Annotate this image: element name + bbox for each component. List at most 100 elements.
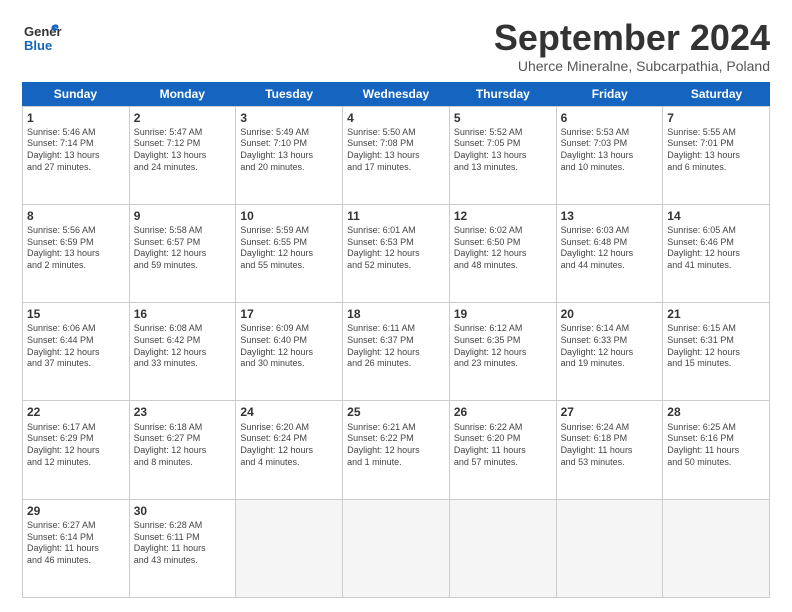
calendar-week-5: 29Sunrise: 6:27 AMSunset: 6:14 PMDayligh…	[23, 500, 770, 598]
day-cell-14: 14Sunrise: 6:05 AMSunset: 6:46 PMDayligh…	[663, 205, 770, 302]
day-cell-6: 6Sunrise: 5:53 AMSunset: 7:03 PMDaylight…	[557, 107, 664, 204]
day-number: 10	[240, 208, 338, 224]
day-info: Sunrise: 6:22 AMSunset: 6:20 PMDaylight:…	[454, 422, 552, 469]
day-number: 6	[561, 110, 659, 126]
day-header-sunday: Sunday	[22, 82, 129, 106]
empty-cell	[343, 500, 450, 597]
day-number: 1	[27, 110, 125, 126]
day-number: 4	[347, 110, 445, 126]
day-info: Sunrise: 5:59 AMSunset: 6:55 PMDaylight:…	[240, 225, 338, 272]
day-cell-22: 22 Sunrise: 6:17 AMSunset: 6:29 PMDayligh…	[23, 401, 130, 498]
month-title: September 2024	[494, 18, 770, 58]
day-cell-20: 20Sunrise: 6:14 AMSunset: 6:33 PMDayligh…	[557, 303, 664, 400]
location-subtitle: Uherce Mineralne, Subcarpathia, Poland	[494, 58, 770, 74]
day-info: Sunrise: 6:25 AMSunset: 6:16 PMDaylight:…	[667, 422, 765, 469]
day-number: 21	[667, 306, 765, 322]
day-cell-15: 15Sunrise: 6:06 AMSunset: 6:44 PMDayligh…	[23, 303, 130, 400]
day-header-wednesday: Wednesday	[343, 82, 450, 106]
day-number: 25	[347, 404, 445, 420]
day-info: Sunrise: 6:20 AMSunset: 6:24 PMDaylight:…	[240, 422, 338, 469]
day-number: 3	[240, 110, 338, 126]
day-number: 2	[134, 110, 232, 126]
day-info: Sunrise: 5:49 AMSunset: 7:10 PMDaylight:…	[240, 127, 338, 174]
day-info: Sunrise: 6:14 AMSunset: 6:33 PMDaylight:…	[561, 323, 659, 370]
day-info: Sunrise: 5:46 AMSunset: 7:14 PMDaylight:…	[27, 127, 125, 174]
day-cell-4: 4Sunrise: 5:50 AMSunset: 7:08 PMDaylight…	[343, 107, 450, 204]
day-number: 26	[454, 404, 552, 420]
day-info: Sunrise: 6:24 AMSunset: 6:18 PMDaylight:…	[561, 422, 659, 469]
calendar: SundayMondayTuesdayWednesdayThursdayFrid…	[22, 82, 770, 598]
day-info: Sunrise: 5:58 AMSunset: 6:57 PMDaylight:…	[134, 225, 232, 272]
day-cell-19: 19Sunrise: 6:12 AMSunset: 6:35 PMDayligh…	[450, 303, 557, 400]
day-number: 17	[240, 306, 338, 322]
day-cell-27: 27 Sunrise: 6:24 AMSunset: 6:18 PMDayligh…	[557, 401, 664, 498]
day-number: 11	[347, 208, 445, 224]
day-info: Sunrise: 6:17 AMSunset: 6:29 PMDaylight:…	[27, 422, 125, 469]
day-cell-17: 17Sunrise: 6:09 AMSunset: 6:40 PMDayligh…	[236, 303, 343, 400]
calendar-body: 1Sunrise: 5:46 AMSunset: 7:14 PMDaylight…	[22, 106, 770, 598]
day-cell-7: 7Sunrise: 5:55 AMSunset: 7:01 PMDaylight…	[663, 107, 770, 204]
empty-cell	[236, 500, 343, 597]
day-info: Sunrise: 6:03 AMSunset: 6:48 PMDaylight:…	[561, 225, 659, 272]
day-cell-26: 26 Sunrise: 6:22 AMSunset: 6:20 PMDayligh…	[450, 401, 557, 498]
day-number: 16	[134, 306, 232, 322]
day-info: Sunrise: 5:47 AMSunset: 7:12 PMDaylight:…	[134, 127, 232, 174]
day-info: Sunrise: 6:01 AMSunset: 6:53 PMDaylight:…	[347, 225, 445, 272]
calendar-week-1: 1Sunrise: 5:46 AMSunset: 7:14 PMDaylight…	[23, 107, 770, 205]
day-info: Sunrise: 5:52 AMSunset: 7:05 PMDaylight:…	[454, 127, 552, 174]
day-number: 18	[347, 306, 445, 322]
day-header-friday: Friday	[556, 82, 663, 106]
svg-text:Blue: Blue	[24, 38, 52, 53]
day-number: 20	[561, 306, 659, 322]
logo-icon: General Blue	[22, 18, 62, 63]
day-cell-29: 29Sunrise: 6:27 AMSunset: 6:14 PMDayligh…	[23, 500, 130, 597]
calendar-week-4: 22 Sunrise: 6:17 AMSunset: 6:29 PMDayligh…	[23, 401, 770, 499]
day-cell-9: 9Sunrise: 5:58 AMSunset: 6:57 PMDaylight…	[130, 205, 237, 302]
day-cell-24: 24 Sunrise: 6:20 AMSunset: 6:24 PMDayligh…	[236, 401, 343, 498]
day-number: 8	[27, 208, 125, 224]
day-number: 27	[561, 404, 659, 420]
day-number: 23	[134, 404, 232, 420]
day-cell-23: 23 Sunrise: 6:18 AMSunset: 6:27 PMDayligh…	[130, 401, 237, 498]
day-cell-10: 10Sunrise: 5:59 AMSunset: 6:55 PMDayligh…	[236, 205, 343, 302]
page: General Blue September 2024 Uherce Miner…	[0, 0, 792, 612]
day-cell-5: 5Sunrise: 5:52 AMSunset: 7:05 PMDaylight…	[450, 107, 557, 204]
day-info: Sunrise: 6:09 AMSunset: 6:40 PMDaylight:…	[240, 323, 338, 370]
day-cell-28: 28 Sunrise: 6:25 AMSunset: 6:16 PMDayligh…	[663, 401, 770, 498]
calendar-week-2: 8Sunrise: 5:56 AMSunset: 6:59 PMDaylight…	[23, 205, 770, 303]
day-info: Sunrise: 6:12 AMSunset: 6:35 PMDaylight:…	[454, 323, 552, 370]
day-number: 22	[27, 404, 125, 420]
header: General Blue September 2024 Uherce Miner…	[22, 18, 770, 74]
day-info: Sunrise: 6:05 AMSunset: 6:46 PMDaylight:…	[667, 225, 765, 272]
day-info: Sunrise: 5:50 AMSunset: 7:08 PMDaylight:…	[347, 127, 445, 174]
day-info: Sunrise: 6:27 AMSunset: 6:14 PMDaylight:…	[27, 520, 125, 567]
day-cell-2: 2Sunrise: 5:47 AMSunset: 7:12 PMDaylight…	[130, 107, 237, 204]
day-info: Sunrise: 6:21 AMSunset: 6:22 PMDaylight:…	[347, 422, 445, 469]
day-number: 24	[240, 404, 338, 420]
day-header-monday: Monday	[129, 82, 236, 106]
day-info: Sunrise: 6:08 AMSunset: 6:42 PMDaylight:…	[134, 323, 232, 370]
day-info: Sunrise: 5:53 AMSunset: 7:03 PMDaylight:…	[561, 127, 659, 174]
day-header-thursday: Thursday	[449, 82, 556, 106]
day-cell-25: 25 Sunrise: 6:21 AMSunset: 6:22 PMDayligh…	[343, 401, 450, 498]
day-number: 13	[561, 208, 659, 224]
day-cell-1: 1Sunrise: 5:46 AMSunset: 7:14 PMDaylight…	[23, 107, 130, 204]
day-info: Sunrise: 5:56 AMSunset: 6:59 PMDaylight:…	[27, 225, 125, 272]
day-number: 30	[134, 503, 232, 519]
day-number: 19	[454, 306, 552, 322]
title-block: September 2024 Uherce Mineralne, Subcarp…	[494, 18, 770, 74]
day-number: 28	[667, 404, 765, 420]
day-info: Sunrise: 6:28 AMSunset: 6:11 PMDaylight:…	[134, 520, 232, 567]
day-cell-16: 16Sunrise: 6:08 AMSunset: 6:42 PMDayligh…	[130, 303, 237, 400]
day-number: 14	[667, 208, 765, 224]
day-info: Sunrise: 6:18 AMSunset: 6:27 PMDaylight:…	[134, 422, 232, 469]
day-info: Sunrise: 6:15 AMSunset: 6:31 PMDaylight:…	[667, 323, 765, 370]
day-header-tuesday: Tuesday	[236, 82, 343, 106]
day-cell-3: 3Sunrise: 5:49 AMSunset: 7:10 PMDaylight…	[236, 107, 343, 204]
logo: General Blue	[22, 18, 62, 63]
day-number: 29	[27, 503, 125, 519]
day-info: Sunrise: 6:02 AMSunset: 6:50 PMDaylight:…	[454, 225, 552, 272]
day-cell-21: 21Sunrise: 6:15 AMSunset: 6:31 PMDayligh…	[663, 303, 770, 400]
calendar-header: SundayMondayTuesdayWednesdayThursdayFrid…	[22, 82, 770, 106]
empty-cell	[663, 500, 770, 597]
